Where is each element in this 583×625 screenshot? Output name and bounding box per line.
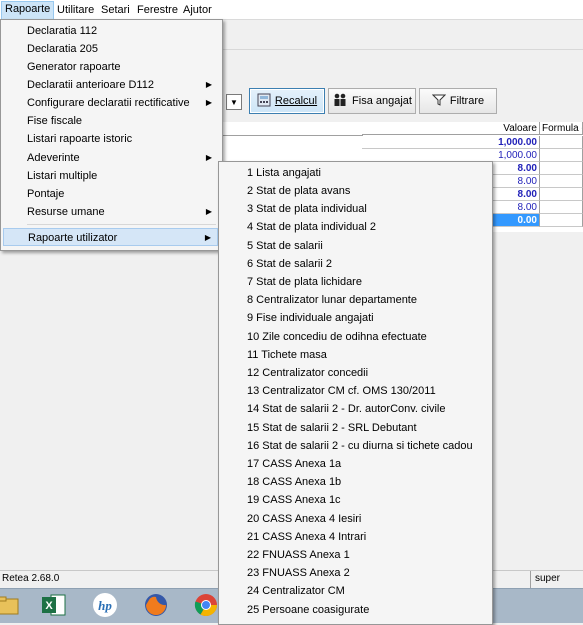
menu-item-label: Declaratia 205 xyxy=(27,43,98,55)
report-item[interactable]: 1 Lista angajati xyxy=(221,164,321,182)
filtrare-label: Filtrare xyxy=(449,95,485,107)
rapoarte-menu: Declaratia 112 Declaratia 205 Generator … xyxy=(0,19,223,251)
menu-item-generator-rapoarte[interactable]: Generator rapoarte xyxy=(3,58,218,76)
chevron-down-icon: ▼ xyxy=(230,97,238,107)
menu-item-rapoarte-utilizator[interactable]: Rapoarte utilizator ▶ xyxy=(3,228,218,246)
chrome-icon[interactable] xyxy=(192,591,220,619)
grid-cell-formula[interactable] xyxy=(540,136,583,149)
report-item[interactable]: 3 Stat de plata individual xyxy=(221,200,367,218)
grid-column-header-formula[interactable]: Formula de xyxy=(540,122,583,135)
menu-item-label: Declaratii anterioare D112 xyxy=(27,79,154,91)
menu-item-label: Listari rapoarte istoric xyxy=(27,133,133,145)
report-item[interactable]: 13 Centralizator CM cf. OMS 130/2011 xyxy=(221,382,436,400)
report-item[interactable]: 15 Stat de salarii 2 - SRL Debutant xyxy=(221,419,417,437)
filtrare-button[interactable]: Filtrare xyxy=(419,88,497,114)
menu-item-label: Configurare declaratii rectificative xyxy=(27,97,190,109)
menu-item-label: Rapoarte utilizator xyxy=(28,232,118,244)
menu-item-resurse-umane[interactable]: Resurse umane ▶ xyxy=(3,203,218,221)
grid-cell-formula[interactable] xyxy=(540,162,583,175)
menu-ferestre[interactable]: Ferestre xyxy=(134,2,181,18)
status-version: Retea 2.68.0 xyxy=(2,573,60,584)
menu-utilitare[interactable]: Utilitare xyxy=(54,2,97,18)
fisa-angajat-label: Fisa angajat xyxy=(352,95,412,107)
svg-text:hp: hp xyxy=(98,598,112,613)
menu-item-declaratia-112[interactable]: Declaratia 112 xyxy=(3,22,218,40)
report-item[interactable]: 8 Centralizator lunar departamente xyxy=(221,291,417,309)
hp-icon[interactable]: hp xyxy=(91,591,119,619)
grid-cell-formula[interactable] xyxy=(540,175,583,188)
menu-separator xyxy=(27,224,216,225)
grid-cell-formula[interactable] xyxy=(540,188,583,201)
grid-cell-formula[interactable] xyxy=(540,201,583,214)
menu-item-listari-rapoarte-istoric[interactable]: Listari rapoarte istoric xyxy=(3,130,218,148)
report-item[interactable]: 14 Stat de salarii 2 - Dr. autorConv. ci… xyxy=(221,400,446,418)
menu-item-adeverinte[interactable]: Adeverinte ▶ xyxy=(3,149,218,167)
report-item[interactable]: 20 CASS Anexa 4 Iesiri xyxy=(221,510,361,528)
svg-text:X: X xyxy=(45,600,53,612)
report-item[interactable]: 11 Tichete masa xyxy=(221,346,327,364)
menu-item-declaratii-anterioare[interactable]: Declaratii anterioare D112 ▶ xyxy=(3,76,218,94)
report-item[interactable]: 10 Zile concediu de odihna efectuate xyxy=(221,328,427,346)
report-item[interactable]: 24 Centralizator CM xyxy=(221,582,345,600)
menu-item-configurare-declaratii[interactable]: Configurare declaratii rectificative ▶ xyxy=(3,94,218,112)
filter-icon xyxy=(431,93,447,110)
combo-dropdown-button[interactable]: ▼ xyxy=(226,94,242,110)
calculator-icon xyxy=(257,93,271,110)
grid-column-header-blank[interactable] xyxy=(220,122,363,136)
menu-setari[interactable]: Setari xyxy=(98,2,133,18)
menu-ajutor[interactable]: Ajutor xyxy=(180,2,215,18)
report-item[interactable]: 2 Stat de plata avans xyxy=(221,182,350,200)
firefox-icon[interactable] xyxy=(142,591,170,619)
grid-cell-formula[interactable] xyxy=(540,214,583,227)
report-item[interactable]: 17 CASS Anexa 1a xyxy=(221,455,341,473)
menu-bar: Rapoarte Utilitare Setari Ferestre Ajuto… xyxy=(0,0,583,20)
grid-cell-valoare[interactable]: 1,000.00 xyxy=(362,136,540,149)
people-icon xyxy=(332,93,348,110)
menu-item-label: Listari multiple xyxy=(27,170,98,182)
submenu-arrow-icon: ▶ xyxy=(205,153,212,162)
recalcul-button[interactable]: Recalcul xyxy=(249,88,325,114)
menu-item-label: Declaratia 112 xyxy=(27,25,98,37)
report-item[interactable]: 5 Stat de salarii xyxy=(221,237,323,255)
menu-rapoarte[interactable]: Rapoarte xyxy=(1,1,55,20)
report-item[interactable]: 18 CASS Anexa 1b xyxy=(221,473,341,491)
report-item[interactable]: 23 FNUASS Anexa 2 xyxy=(221,564,350,582)
menu-item-label: Resurse umane xyxy=(27,206,105,218)
recalcul-label: Recalcul xyxy=(274,95,318,107)
report-item[interactable]: 4 Stat de plata individual 2 xyxy=(221,218,376,236)
submenu-arrow-icon: ▶ xyxy=(205,80,212,89)
report-item[interactable]: 9 Fise individuale angajati xyxy=(221,309,374,327)
submenu-arrow-icon: ▶ xyxy=(205,207,212,216)
report-item[interactable]: 6 Stat de salarii 2 xyxy=(221,255,332,273)
submenu-arrow-icon: ▶ xyxy=(204,233,211,242)
rapoarte-utilizator-submenu: 1 Lista angajati 2 Stat de plata avans 3… xyxy=(218,161,493,625)
menu-item-label: Generator rapoarte xyxy=(27,61,121,73)
menu-item-label: Fise fiscale xyxy=(27,115,83,127)
excel-icon[interactable]: X xyxy=(40,591,68,619)
grid-column-header-valoare[interactable]: Valoare xyxy=(362,122,540,135)
submenu-arrow-icon: ▶ xyxy=(205,98,212,107)
report-item[interactable]: 25 Persoane coasigurate xyxy=(221,601,369,619)
report-item[interactable]: 7 Stat de plata lichidare xyxy=(221,273,362,291)
status-user: super xyxy=(530,571,583,588)
grid-cell-formula[interactable] xyxy=(540,149,583,162)
report-item[interactable]: 12 Centralizator concedii xyxy=(221,364,368,382)
menu-item-label: Pontaje xyxy=(27,188,65,200)
menu-item-listari-multiple[interactable]: Listari multiple xyxy=(3,167,218,185)
menu-item-fise-fiscale[interactable]: Fise fiscale xyxy=(3,112,218,130)
report-item[interactable]: 16 Stat de salarii 2 - cu diurna si tich… xyxy=(221,437,473,455)
menu-item-label: Adeverinte xyxy=(27,152,80,164)
menu-item-pontaje[interactable]: Pontaje xyxy=(3,185,218,203)
file-explorer-icon[interactable] xyxy=(0,591,22,619)
report-item[interactable]: 22 FNUASS Anexa 1 xyxy=(221,546,350,564)
fisa-angajat-button[interactable]: Fisa angajat xyxy=(328,88,416,114)
menu-item-declaratia-205[interactable]: Declaratia 205 xyxy=(3,40,218,58)
report-item[interactable]: 19 CASS Anexa 1c xyxy=(221,491,341,509)
report-item[interactable]: 21 CASS Anexa 4 Intrari xyxy=(221,528,366,546)
